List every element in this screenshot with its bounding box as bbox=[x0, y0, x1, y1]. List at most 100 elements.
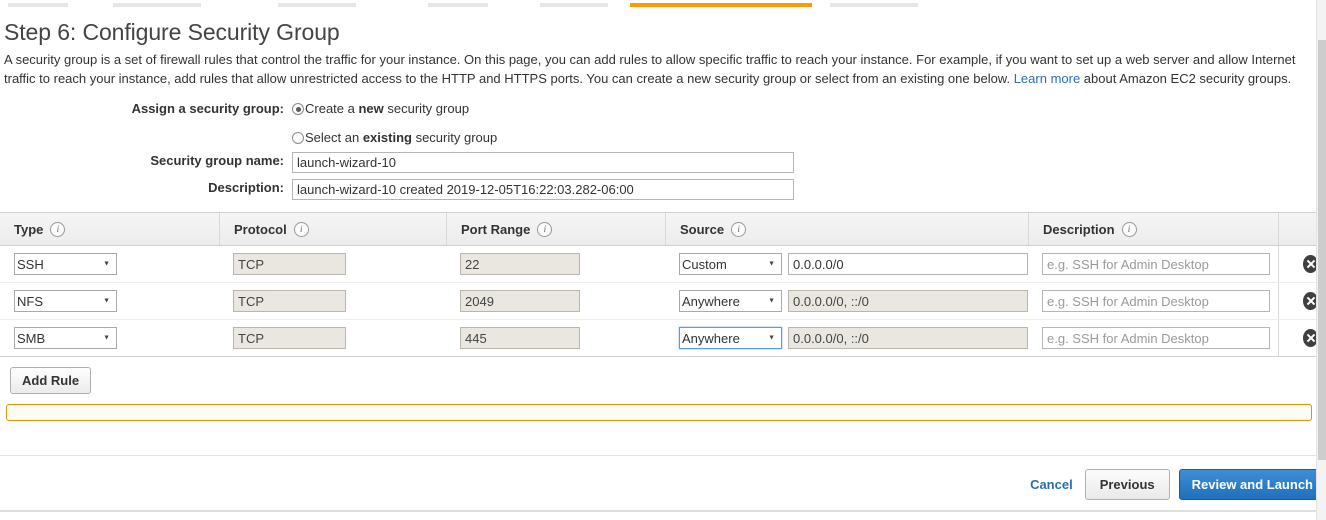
column-header-description-label: Description bbox=[1043, 222, 1115, 237]
intro-text-part2: about Amazon EC2 security groups. bbox=[1080, 71, 1291, 86]
radio-select-existing-prefix: Select an bbox=[305, 130, 363, 145]
wizard-step-7[interactable] bbox=[830, 3, 918, 7]
security-group-description-field-wrap bbox=[292, 179, 1318, 200]
cell-type: SSHNFSSMBHTTPHTTPSCustom TCP RuleAll tra… bbox=[0, 246, 219, 282]
cell-protocol bbox=[219, 320, 446, 356]
source-value-input bbox=[788, 290, 1028, 312]
security-group-name-label: Security group name: bbox=[0, 152, 292, 170]
source-value-input[interactable] bbox=[788, 253, 1028, 275]
security-group-description-input[interactable] bbox=[292, 179, 794, 200]
security-group-name-field-wrap bbox=[292, 152, 1318, 173]
column-header-port-range-label: Port Range bbox=[461, 222, 530, 237]
security-group-form: Assign a security group: Create a new se… bbox=[0, 100, 1318, 200]
source-select-wrapper: CustomAnywhereMy IP bbox=[679, 253, 782, 275]
security-group-description-label: Description: bbox=[0, 179, 292, 197]
radio-select-existing-emphasis: existing bbox=[363, 130, 412, 145]
radio-create-new-emphasis: new bbox=[358, 101, 383, 116]
warning-banner bbox=[6, 404, 1312, 421]
source-kind-select[interactable]: CustomAnywhereMy IP bbox=[679, 327, 782, 349]
cell-actions bbox=[1278, 283, 1318, 319]
port-range-input bbox=[460, 253, 580, 275]
wizard-step-6[interactable] bbox=[630, 3, 812, 7]
port-range-input bbox=[460, 290, 580, 312]
type-select-wrapper: SSHNFSSMBHTTPHTTPSCustom TCP RuleAll tra… bbox=[14, 290, 117, 312]
cell-description bbox=[1028, 246, 1278, 282]
table-row: SSHNFSSMBHTTPHTTPSCustom TCP RuleAll tra… bbox=[0, 320, 1318, 356]
protocol-input bbox=[233, 290, 346, 312]
column-header-source: Source i bbox=[665, 213, 1028, 245]
previous-button[interactable]: Previous bbox=[1085, 469, 1170, 500]
source-select-wrapper: CustomAnywhereMy IP bbox=[679, 290, 782, 312]
security-group-name-row: Security group name: bbox=[0, 152, 1318, 173]
info-icon-port-range[interactable]: i bbox=[537, 222, 552, 237]
source-value-input bbox=[788, 327, 1028, 349]
type-select-wrapper: SSHNFSSMBHTTPHTTPSCustom TCP RuleAll tra… bbox=[14, 327, 117, 349]
page-scrollbar[interactable] bbox=[1316, 0, 1326, 520]
cell-type: SSHNFSSMBHTTPHTTPSCustom TCP RuleAll tra… bbox=[0, 283, 219, 319]
cell-description bbox=[1028, 320, 1278, 356]
cell-port-range bbox=[446, 283, 665, 319]
column-header-actions bbox=[1278, 213, 1318, 245]
column-header-source-label: Source bbox=[680, 222, 724, 237]
source-select-wrapper: CustomAnywhereMy IP bbox=[679, 327, 782, 349]
table-body: SSHNFSSMBHTTPHTTPSCustom TCP RuleAll tra… bbox=[0, 246, 1318, 356]
cell-source: CustomAnywhereMy IP bbox=[665, 283, 1028, 319]
radio-select-existing-suffix: security group bbox=[412, 130, 497, 145]
type-select[interactable]: SSHNFSSMBHTTPHTTPSCustom TCP RuleAll tra… bbox=[14, 327, 117, 349]
cell-source: CustomAnywhereMy IP bbox=[665, 320, 1028, 356]
source-kind-select[interactable]: CustomAnywhereMy IP bbox=[679, 290, 782, 312]
info-icon-source[interactable]: i bbox=[731, 222, 746, 237]
protocol-input bbox=[233, 327, 346, 349]
add-rule-area: Add Rule bbox=[0, 357, 1318, 394]
radio-select-existing-input[interactable] bbox=[292, 132, 304, 144]
page-title: Step 6: Configure Security Group bbox=[4, 19, 1318, 46]
info-icon-protocol[interactable]: i bbox=[294, 222, 309, 237]
radio-create-new-input[interactable] bbox=[292, 103, 304, 115]
page-description: A security group is a set of firewall ru… bbox=[4, 50, 1310, 88]
wizard-step-5[interactable] bbox=[540, 3, 608, 7]
info-icon-type[interactable]: i bbox=[50, 222, 65, 237]
wizard-footer: Cancel Previous Review and Launch bbox=[0, 455, 1326, 512]
column-header-port-range: Port Range i bbox=[446, 213, 665, 245]
rule-description-input[interactable] bbox=[1042, 327, 1270, 349]
type-select[interactable]: SSHNFSSMBHTTPHTTPSCustom TCP RuleAll tra… bbox=[14, 290, 117, 312]
column-header-protocol-label: Protocol bbox=[234, 222, 287, 237]
page-scrollbar-thumb[interactable] bbox=[1318, 40, 1326, 460]
rule-description-input[interactable] bbox=[1042, 290, 1270, 312]
security-group-name-input[interactable] bbox=[292, 152, 794, 173]
cell-protocol bbox=[219, 246, 446, 282]
info-icon-description[interactable]: i bbox=[1122, 222, 1137, 237]
cell-description bbox=[1028, 283, 1278, 319]
cell-port-range bbox=[446, 320, 665, 356]
security-group-description-row: Description: bbox=[0, 179, 1318, 200]
review-and-launch-button[interactable]: Review and Launch bbox=[1179, 469, 1326, 500]
add-rule-button[interactable]: Add Rule bbox=[10, 367, 91, 394]
cell-actions bbox=[1278, 246, 1318, 282]
column-header-type: Type i bbox=[0, 213, 219, 245]
radio-option-select-existing[interactable]: Select an existing security group bbox=[292, 129, 1318, 147]
assign-security-group-row: Assign a security group: Create a new se… bbox=[0, 100, 1318, 147]
table-header-row: Type i Protocol i Port Range i Source i … bbox=[0, 213, 1318, 246]
cell-type: SSHNFSSMBHTTPHTTPSCustom TCP RuleAll tra… bbox=[0, 320, 219, 356]
assign-security-group-label: Assign a security group: bbox=[0, 100, 292, 118]
rule-description-input[interactable] bbox=[1042, 253, 1270, 275]
cancel-link[interactable]: Cancel bbox=[1030, 477, 1073, 492]
cell-source: CustomAnywhereMy IP bbox=[665, 246, 1028, 282]
cell-port-range bbox=[446, 246, 665, 282]
protocol-input bbox=[233, 253, 346, 275]
port-range-input bbox=[460, 327, 580, 349]
radio-option-create-new[interactable]: Create a new security group bbox=[292, 100, 1318, 118]
source-kind-select[interactable]: CustomAnywhereMy IP bbox=[679, 253, 782, 275]
footer-divider bbox=[0, 510, 1326, 512]
column-header-protocol: Protocol i bbox=[219, 213, 446, 245]
learn-more-link[interactable]: Learn more bbox=[1014, 71, 1080, 86]
type-select-wrapper: SSHNFSSMBHTTPHTTPSCustom TCP RuleAll tra… bbox=[14, 253, 117, 275]
assign-security-group-options: Create a new security group Select an ex… bbox=[292, 100, 1318, 147]
radio-create-new-label: Create a new security group bbox=[305, 100, 469, 118]
wizard-step-4[interactable] bbox=[428, 3, 488, 7]
type-select[interactable]: SSHNFSSMBHTTPHTTPSCustom TCP RuleAll tra… bbox=[14, 253, 117, 275]
column-header-description: Description i bbox=[1028, 213, 1278, 245]
wizard-step-2[interactable] bbox=[113, 3, 201, 7]
wizard-step-1[interactable] bbox=[8, 3, 68, 7]
wizard-step-3[interactable] bbox=[278, 3, 356, 7]
